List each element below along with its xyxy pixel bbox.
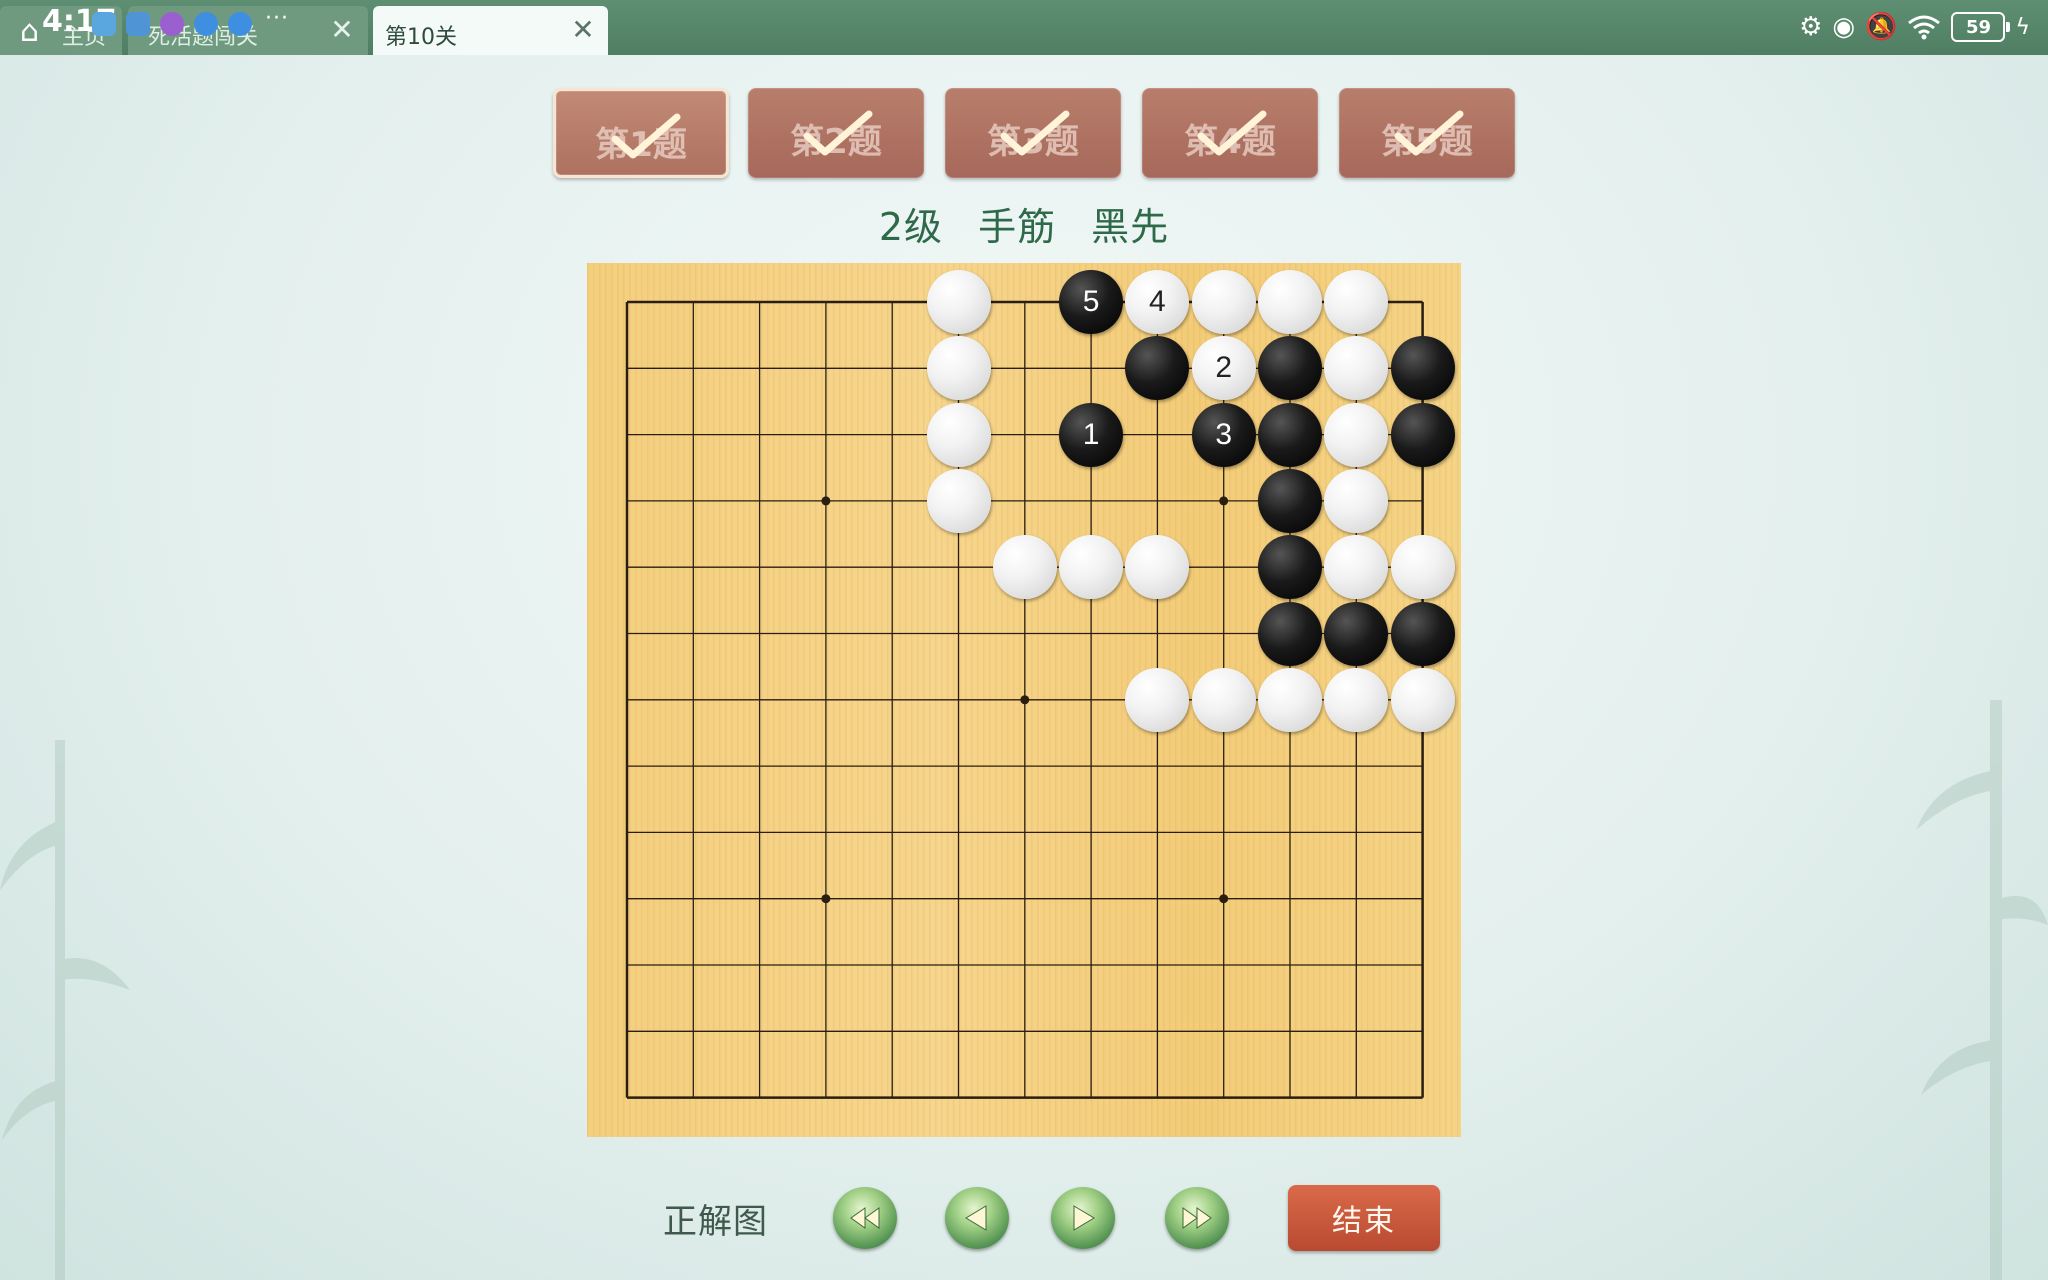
white-stone [1059,535,1124,600]
previous-move-button[interactable] [945,1187,1009,1249]
bell-muted-icon: 🔕 [1865,12,1898,42]
black-stone [1324,601,1389,666]
checkmark-icon [803,110,873,156]
next-icon [1073,1205,1095,1231]
move-number: 5 [1082,285,1100,318]
white-stone [1390,535,1455,600]
white-stone [1258,270,1322,334]
question-button-3[interactable]: 第3题 [945,88,1121,178]
previous-icon [965,1205,987,1231]
white-stone [992,535,1057,600]
white-stone [926,402,991,467]
move-number: 4 [1149,285,1166,318]
black-stone: 5 [1059,270,1124,334]
black-stone [1258,402,1322,467]
home-icon[interactable]: ⌂ [20,14,39,49]
cloud-icon [194,12,218,36]
black-stone [1390,601,1455,666]
question-button-5[interactable]: 第5题 [1339,88,1515,178]
app-notification-icon [126,12,150,36]
star-point [821,894,831,904]
black-stone [1258,535,1322,600]
star-point [821,496,831,506]
end-button[interactable]: 结束 [1288,1185,1440,1251]
checkmark-icon [1000,110,1070,156]
white-stone [1324,667,1389,732]
close-icon[interactable]: ✕ [565,12,601,48]
white-stone [1324,402,1389,467]
black-stone: 3 [1191,402,1256,467]
problem-subtitle: 2级 手筋 黑先 [878,205,1170,249]
close-icon[interactable]: ✕ [324,12,360,48]
status-icons: ⚙ ◉ 🔕 59 ϟ [1799,8,2030,46]
white-stone [926,270,991,334]
black-stone [1258,601,1322,666]
app-notification-icon [92,12,116,36]
star-point [1219,894,1229,904]
last-move-button[interactable] [1165,1187,1229,1249]
gear-icon: ⚙ [1799,12,1823,42]
eye-icon: ◉ [1832,12,1856,42]
app-notification-icon [160,12,184,36]
battery-icon: 59 [1951,12,2011,42]
rewind-icon [850,1207,880,1229]
white-stone [1191,270,1256,334]
white-stone: 2 [1191,336,1256,401]
cloud-icon [228,12,252,36]
go-board[interactable]: 5 4 2 1 3 [587,263,1461,1137]
first-move-button[interactable] [833,1187,897,1249]
question-button-1[interactable]: 第1题 [553,88,729,178]
question-button-2[interactable]: 第2题 [748,88,924,178]
tab-level-10[interactable]: 第10关 ✕ [373,6,608,55]
move-number: 2 [1215,351,1233,385]
fast-forward-icon [1182,1207,1212,1229]
checkmark-icon [1394,110,1464,156]
star-point [1020,695,1030,705]
white-stone [1324,270,1389,334]
charging-icon: ϟ [2015,14,2030,40]
black-stone [1258,468,1322,533]
white-stone [1390,667,1455,732]
black-stone [1390,336,1455,401]
checkmark-icon [611,113,681,159]
white-stone [926,336,991,401]
move-number: 3 [1215,417,1233,451]
star-point [1219,496,1229,506]
checkmark-icon [1197,110,1267,156]
white-stone [1125,667,1190,732]
tab-label: 第10关 [385,25,457,50]
white-stone [1324,468,1389,533]
top-tab-bar: 主页 死活题闯关 ✕ 第10关 ✕ ⌂ 4:17 ··· ⚙ ◉ 🔕 59 ϟ [0,0,2048,55]
black-stone: 1 [1059,402,1124,467]
wifi-icon [1908,15,1941,40]
solution-diagram-label: 正解图 [663,1202,768,1242]
bamboo-decoration-left [0,740,130,1280]
battery-level: 59 [1965,16,1992,38]
next-move-button[interactable] [1051,1187,1115,1249]
black-stone [1390,402,1455,467]
black-stone [1258,336,1322,401]
white-stone [1258,667,1322,732]
white-stone [1191,667,1256,732]
question-button-4[interactable]: 第4题 [1142,88,1318,178]
bamboo-decoration-right [1916,700,2048,1280]
more-icon: ··· [265,6,289,31]
white-stone: 4 [1125,270,1190,334]
move-number: 1 [1082,417,1100,451]
white-stone [926,468,991,533]
